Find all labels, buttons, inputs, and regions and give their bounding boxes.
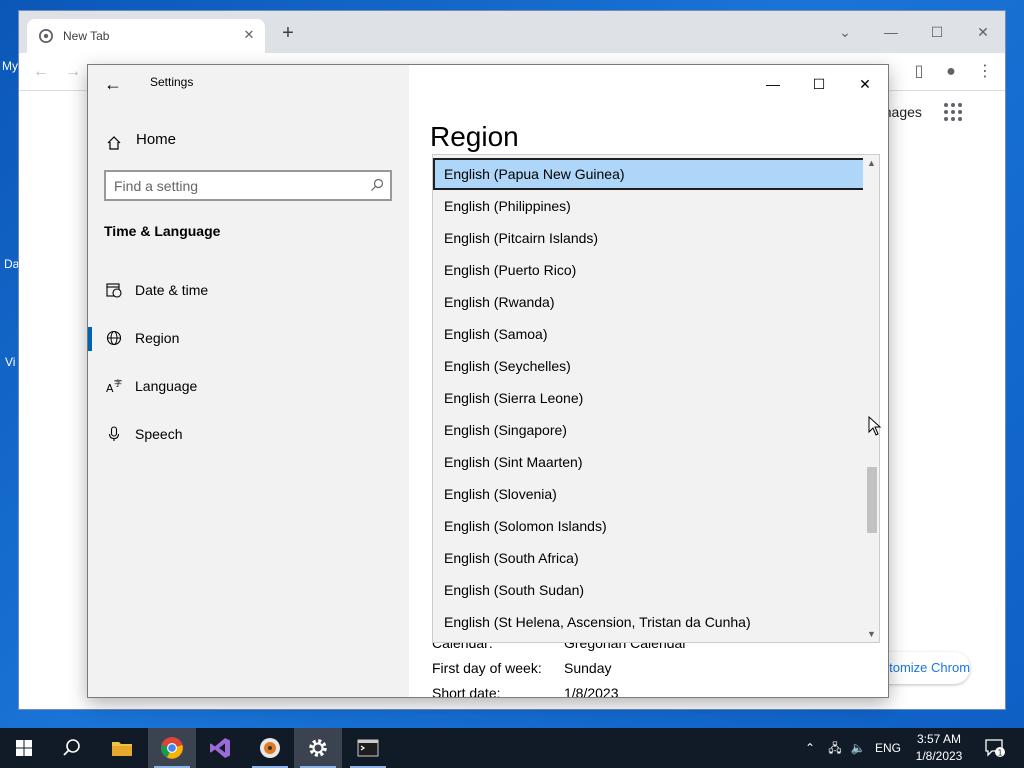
back-arrow-icon[interactable]: ← (31, 62, 51, 82)
back-arrow-icon[interactable]: ← (102, 73, 124, 95)
dropdown-option[interactable]: English (Puerto Rico) (433, 254, 865, 286)
nav-item-language[interactable]: A 字 Language (88, 365, 409, 409)
clock-date: 1/8/2023 (915, 749, 963, 763)
google-apps-icon[interactable] (944, 103, 962, 121)
svg-text:A: A (106, 382, 114, 394)
find-setting-search[interactable] (104, 170, 392, 201)
globe-icon (106, 330, 122, 346)
home-icon (107, 136, 121, 150)
dropdown-option-selected[interactable]: English (Papua New Guinea) (433, 158, 865, 190)
dropdown-option[interactable]: English (Sierra Leone) (433, 382, 865, 414)
media-icon (260, 738, 280, 758)
media-app-button[interactable] (246, 728, 294, 768)
desktop-label-1: My (2, 59, 18, 73)
settings-taskbar-button[interactable] (294, 728, 342, 768)
chrome-tab-bar: New Tab ✕ + ⌄ — ☐ ✕ (19, 11, 1005, 53)
microphone-icon (108, 426, 120, 441)
file-explorer-button[interactable] (98, 728, 146, 768)
forward-arrow-icon[interactable]: → (63, 62, 83, 82)
dropdown-option[interactable]: English (Rwanda) (433, 286, 865, 318)
taskbar: ⌃ 🖧 🔈 ENG 3:57 AM 1/8/2023 1 (0, 728, 1024, 768)
dropdown-option[interactable]: English (Samoa) (433, 318, 865, 350)
mouse-cursor-icon (868, 416, 882, 436)
terminal-icon (357, 739, 379, 757)
settings-sidebar: ← Settings Home Time & Language Date & t… (88, 65, 409, 697)
section-heading: Time & Language (104, 223, 221, 239)
menu-kebab-icon[interactable]: ⋮ (975, 62, 995, 82)
notification-center-icon[interactable]: 1 (978, 728, 1014, 768)
close-tab-icon[interactable]: ✕ (241, 27, 257, 43)
nav-item-label: Date & time (135, 282, 209, 298)
dropdown-options: English (Papua New Guinea) English (Phil… (433, 158, 865, 638)
close-button[interactable]: ✕ (842, 69, 888, 99)
side-panel-icon[interactable]: ▯ (909, 62, 929, 82)
input-language-indicator[interactable]: ENG (870, 728, 906, 768)
dropdown-option[interactable]: English (St Helena, Ascension, Tristan d… (433, 606, 865, 638)
nav-item-label: Speech (135, 426, 183, 442)
chrome-minimize-button[interactable]: — (871, 17, 911, 47)
dropdown-option[interactable]: English (South Africa) (433, 542, 865, 574)
region-dropdown-list[interactable]: English (Papua New Guinea) English (Phil… (432, 154, 880, 643)
dropdown-option[interactable]: English (Solomon Islands) (433, 510, 865, 542)
chrome-favicon-icon (39, 29, 53, 43)
terminal-taskbar-button[interactable] (344, 728, 392, 768)
scroll-down-arrow-icon[interactable]: ▼ (863, 627, 879, 641)
chrome-close-button[interactable]: ✕ (963, 17, 1003, 47)
chrome-maximize-button[interactable]: ☐ (917, 17, 957, 47)
dropdown-option[interactable]: English (Sint Maarten) (433, 446, 865, 478)
nav-item-label: Region (135, 330, 180, 346)
settings-window-title: Settings (150, 75, 194, 89)
home-nav-item[interactable]: Home (104, 129, 394, 159)
network-icon[interactable]: 🖧 (824, 728, 846, 768)
dropdown-option[interactable]: English (Philippines) (433, 190, 865, 222)
notification-count: 1 (997, 749, 1002, 758)
taskbar-clock[interactable]: 3:57 AM 1/8/2023 (912, 731, 966, 765)
dropdown-option[interactable]: English (Pitcairn Islands) (433, 222, 865, 254)
chrome-icon (161, 737, 183, 759)
start-button[interactable] (0, 728, 48, 768)
show-hidden-icons-icon[interactable]: ⌃ (800, 728, 820, 768)
file-explorer-icon (112, 742, 132, 756)
visual-studio-button[interactable] (196, 728, 244, 768)
minimize-button[interactable]: — (750, 69, 796, 99)
profile-icon[interactable]: ● (941, 62, 961, 82)
settings-icon (309, 739, 327, 757)
search-input[interactable] (114, 176, 354, 196)
home-label: Home (136, 131, 177, 148)
notification-badge: 1 (985, 739, 1005, 758)
dropdown-option[interactable]: English (Seychelles) (433, 350, 865, 382)
scroll-up-arrow-icon[interactable]: ▲ (863, 156, 879, 170)
chrome-taskbar-button[interactable] (148, 728, 196, 768)
format-key: First day of week: (432, 660, 542, 676)
dropdown-option[interactable]: English (Singapore) (433, 414, 865, 446)
visual-studio-icon (210, 738, 230, 758)
format-value: 1/8/2023 (564, 685, 619, 698)
svg-text:字: 字 (114, 378, 122, 388)
desktop-label-3: Vi (5, 355, 16, 369)
nav-item-date-time[interactable]: Date & time (88, 269, 409, 313)
clock-time: 3:57 AM (916, 732, 962, 746)
nav-item-speech[interactable]: Speech (88, 413, 409, 457)
calendar-clock-icon (106, 283, 122, 298)
scrollbar-thumb[interactable] (867, 467, 877, 533)
dropdown-option[interactable]: English (Slovenia) (433, 478, 865, 510)
chrome-tab[interactable]: New Tab ✕ (27, 19, 265, 53)
start-icon (16, 740, 32, 756)
volume-icon[interactable]: 🔈 (848, 728, 868, 768)
language-icon: A 字 (106, 378, 122, 394)
new-tab-button[interactable]: + (277, 23, 299, 45)
dropdown-option[interactable]: English (South Sudan) (433, 574, 865, 606)
search-icon (63, 739, 80, 756)
maximize-button[interactable]: ☐ (796, 69, 842, 99)
format-key: Short date: (432, 685, 501, 698)
taskbar-search-button[interactable] (48, 728, 96, 768)
chrome-tab-title: New Tab (63, 29, 110, 43)
nav-item-region[interactable]: Region (88, 317, 409, 361)
nav-item-label: Language (135, 378, 198, 394)
search-icon (371, 178, 384, 191)
dropdown-scrollbar[interactable]: ▲ ▼ (863, 155, 879, 642)
page-title: Region (430, 121, 519, 152)
tab-search-icon[interactable]: ⌄ (825, 17, 865, 47)
format-value: Sunday (564, 660, 612, 676)
